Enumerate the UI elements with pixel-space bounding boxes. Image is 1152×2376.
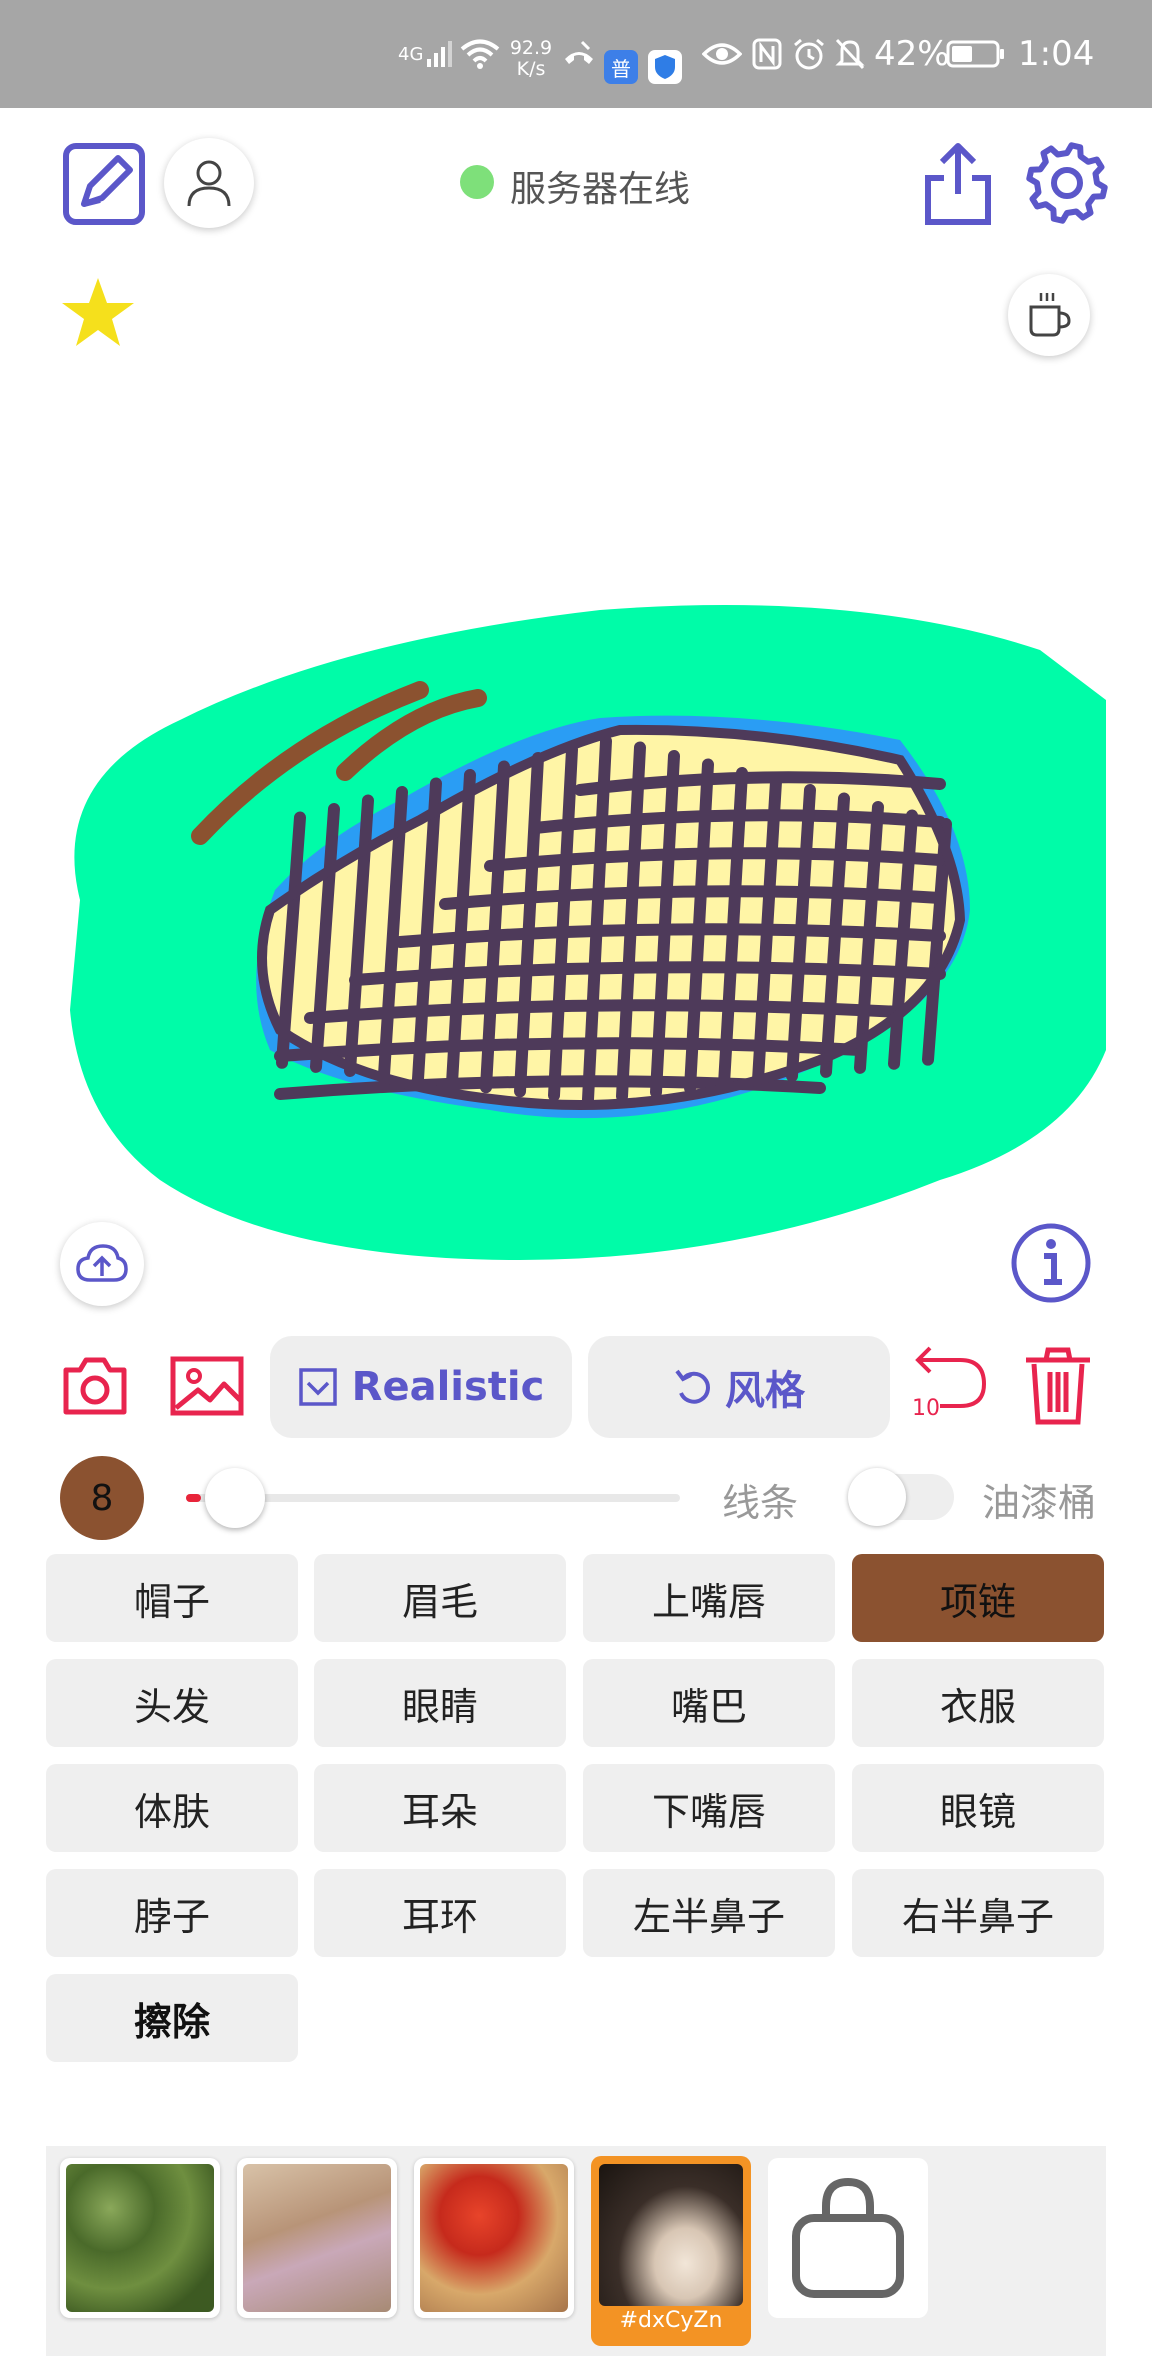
label-chip[interactable]: 耳朵 — [314, 1764, 566, 1852]
coffee-button[interactable] — [1008, 274, 1090, 356]
label-chip[interactable]: 项链 — [852, 1554, 1104, 1642]
settings-gear-icon[interactable] — [1024, 140, 1110, 226]
drawing-canvas[interactable] — [40, 580, 1112, 1280]
call-icon — [562, 0, 596, 108]
nfc-icon — [752, 0, 782, 108]
camera-icon[interactable] — [62, 1356, 128, 1416]
alarm-icon — [792, 0, 826, 108]
bucket-toggle[interactable] — [848, 1468, 958, 1526]
server-status-dot — [460, 165, 494, 199]
brush-size-slider[interactable] — [186, 1468, 680, 1528]
clock: 1:04 — [1018, 34, 1095, 74]
label-chip[interactable]: 帽子 — [46, 1554, 298, 1642]
label-chip[interactable]: 左半鼻子 — [583, 1869, 835, 1957]
label-chip[interactable]: 下嘴唇 — [583, 1764, 835, 1852]
cloud-upload-icon — [76, 1244, 128, 1282]
signal-icon: 4G — [398, 0, 453, 108]
battery-percent: 42% — [874, 34, 950, 74]
wifi-icon — [460, 0, 500, 108]
style-button[interactable]: 风格 — [588, 1336, 890, 1438]
user-button[interactable] — [164, 138, 254, 228]
battery-icon — [946, 0, 1006, 108]
gallery-image-icon[interactable] — [170, 1356, 244, 1416]
realistic-label: Realistic — [351, 1364, 545, 1410]
user-icon — [187, 160, 231, 207]
label-chip[interactable]: 头发 — [46, 1659, 298, 1747]
thumbnail-label: #dxCyZn — [619, 2308, 723, 2333]
label-chip[interactable]: 擦除 — [46, 1974, 298, 2062]
thumbnail-image — [599, 2164, 743, 2306]
bucket-label: 油漆桶 — [982, 1481, 1097, 1525]
eye-icon — [702, 0, 742, 108]
undo-button[interactable]: 10 — [908, 1346, 990, 1426]
coffee-icon — [1029, 293, 1071, 337]
share-icon[interactable] — [920, 140, 996, 228]
label-chip[interactable]: 右半鼻子 — [852, 1869, 1104, 1957]
style-thumbnail-selected[interactable]: #dxCyZn — [591, 2156, 751, 2346]
checkbox-icon — [298, 1368, 337, 1406]
style-thumbnail-1[interactable] — [60, 2158, 220, 2318]
style-store-button[interactable] — [768, 2158, 928, 2318]
brush-size-value: 8 — [90, 1477, 114, 1519]
mute-icon — [834, 0, 866, 108]
slider-thumb[interactable] — [205, 1468, 266, 1528]
refresh-icon — [675, 1369, 710, 1404]
label-chip[interactable]: 眉毛 — [314, 1554, 566, 1642]
style-thumbnail-3[interactable] — [414, 2158, 574, 2318]
speed-unit: K/s — [516, 58, 546, 80]
line-mode-label: 线条 — [722, 1481, 799, 1525]
label-chip[interactable]: 体肤 — [46, 1764, 298, 1852]
brush-size-badge: 8 — [60, 1456, 144, 1540]
shopping-bag-icon — [792, 2177, 904, 2298]
network-speed: 92.9 K/s — [506, 38, 556, 80]
trash-icon[interactable] — [1022, 1346, 1094, 1426]
slider-fill — [186, 1494, 201, 1502]
thumbnail-image — [243, 2164, 391, 2312]
server-status-text: 服务器在线 — [510, 169, 691, 210]
speed-value: 92.9 — [509, 37, 553, 59]
style-thumbnail-2[interactable] — [237, 2158, 397, 2318]
label-chip[interactable]: 衣服 — [852, 1659, 1104, 1747]
thumbnail-image — [420, 2164, 568, 2312]
shield-icon — [648, 50, 682, 84]
upload-button[interactable] — [60, 1222, 144, 1306]
style-label: 风格 — [725, 1368, 805, 1414]
label-chip[interactable]: 上嘴唇 — [583, 1554, 835, 1642]
toggle-knob — [848, 1468, 906, 1526]
info-icon[interactable] — [1010, 1222, 1092, 1304]
label-chip[interactable]: 眼镜 — [852, 1764, 1104, 1852]
star-icon[interactable] — [60, 276, 136, 348]
status-bar: 4G 92.9 K/s 普 42% 1:04 — [0, 0, 1152, 108]
app-badge-icon: 普 — [604, 50, 638, 84]
label-chip[interactable]: 嘴巴 — [583, 1659, 835, 1747]
undo-count: 10 — [912, 1396, 940, 1421]
label-chip[interactable]: 耳环 — [314, 1869, 566, 1957]
badge-label: 普 — [611, 56, 631, 81]
realistic-button[interactable]: Realistic — [270, 1336, 572, 1438]
label-chip[interactable]: 眼睛 — [314, 1659, 566, 1747]
edit-note-icon[interactable] — [62, 142, 146, 226]
network-type: 4G — [398, 43, 424, 65]
label-chip[interactable]: 脖子 — [46, 1869, 298, 1957]
thumbnail-image — [66, 2164, 214, 2312]
